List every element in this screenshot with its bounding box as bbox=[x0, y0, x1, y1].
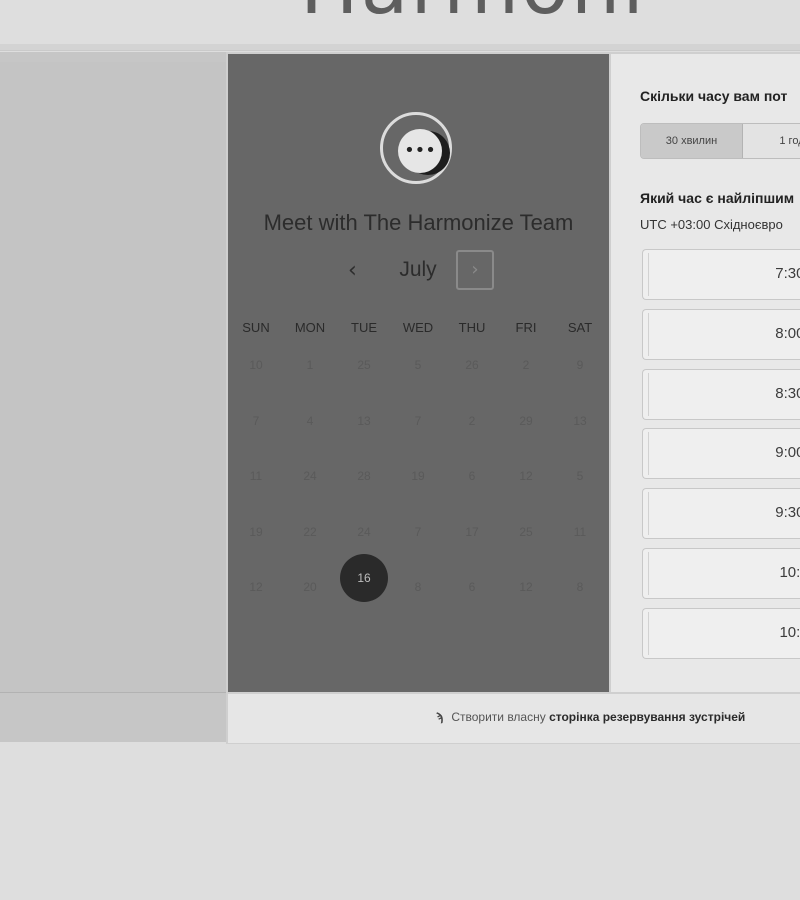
month-label: July bbox=[399, 258, 437, 281]
time-slot[interactable]: 9:30 р bbox=[642, 488, 800, 540]
calendar-day[interactable]: 5 bbox=[391, 338, 445, 394]
calendar-day[interactable]: 25 bbox=[337, 338, 391, 394]
harmonize-logo-icon: ϡ bbox=[436, 710, 444, 724]
calendar-day[interactable]: 7 bbox=[229, 394, 283, 450]
calendar-day[interactable]: 22 bbox=[283, 505, 337, 561]
duration-question: Скільки часу вам пот bbox=[640, 88, 788, 104]
time-question: Який час є найліпшим bbox=[640, 190, 795, 206]
calendar-title: Meet with The Harmonize Team bbox=[263, 210, 574, 235]
weekday-header: SUN MON TUE WED THU FRI SAT bbox=[228, 320, 610, 335]
calendar-day[interactable]: 10 bbox=[229, 338, 283, 394]
time-selection-panel: Скільки часу вам пот 30 хвилин 1 год Яки… bbox=[611, 54, 800, 692]
weekday-wed: WED bbox=[402, 320, 434, 335]
time-slot-list: 7:30 р 8:00 р 8:30 р 9:00 р 9:30 р 10:00… bbox=[642, 249, 800, 668]
calendar-day[interactable]: 13 bbox=[337, 394, 391, 450]
calendar-day[interactable]: 28 bbox=[337, 449, 391, 505]
weekday-mon: MON bbox=[294, 320, 326, 335]
weekday-thu: THU bbox=[458, 320, 486, 335]
calendar-day[interactable]: 11 bbox=[553, 505, 607, 561]
calendar-day[interactable]: 9 bbox=[553, 338, 607, 394]
calendar-day-grid: 10 1 25 5 26 2 9 7 4 13 7 2 29 13 11 24 … bbox=[228, 338, 609, 616]
calendar-day[interactable]: 5 bbox=[553, 449, 607, 505]
calendar-day[interactable]: 6 bbox=[445, 560, 499, 616]
calendar-day[interactable]: 7 bbox=[391, 505, 445, 561]
footer-link-prefix: Створити власну bbox=[451, 710, 550, 724]
time-slot-label: 8:30 р bbox=[775, 384, 800, 402]
calendar-day[interactable]: 7 bbox=[391, 394, 445, 450]
header-divider bbox=[0, 44, 800, 51]
time-slot[interactable]: 7:30 р bbox=[642, 249, 800, 300]
time-slot[interactable]: 8:30 р bbox=[642, 368, 800, 420]
weekday-sun: SUN bbox=[242, 320, 270, 335]
month-navigation: ‹ July › bbox=[228, 250, 609, 292]
calendar-day-selected[interactable]: 16 bbox=[337, 554, 391, 616]
weekday-tue: TUE bbox=[351, 320, 377, 335]
timezone-label[interactable]: UTC +03:00 Східноєвро bbox=[640, 217, 783, 232]
calendar-day[interactable]: 12 bbox=[499, 449, 553, 505]
duration-option-1h[interactable]: 1 год bbox=[743, 124, 800, 158]
time-slot-label: 9:30 р bbox=[775, 504, 800, 522]
time-slot-label: 9:00 р bbox=[775, 444, 800, 462]
calendar-day[interactable]: 19 bbox=[229, 505, 283, 561]
calendar-day[interactable]: 20 bbox=[283, 560, 337, 616]
time-slot-label: 8:00 р bbox=[775, 324, 800, 342]
calendar-week-row: 11 24 28 19 6 12 5 bbox=[228, 449, 609, 505]
calendar-day[interactable]: 6 bbox=[445, 449, 499, 505]
calendar-day[interactable]: 24 bbox=[283, 449, 337, 505]
footer-bar: ϡ Створити власну сторінка резервування … bbox=[228, 693, 800, 743]
calendar-panel: ••• Meet with The Harmonize Team ‹ July … bbox=[228, 54, 609, 692]
weekday-fri: FRI bbox=[515, 320, 537, 335]
time-slot[interactable]: 10:30 bbox=[642, 607, 800, 659]
time-slot-label: 7:30 р bbox=[775, 265, 800, 282]
selected-day-label: 16 bbox=[340, 554, 388, 602]
create-booking-page-link[interactable]: ϡ Створити власну сторінка резервування … bbox=[436, 710, 745, 724]
time-slot-label: 10:30 bbox=[779, 623, 800, 641]
next-month-button[interactable]: › bbox=[456, 250, 494, 290]
calendar-day[interactable]: 19 bbox=[391, 449, 445, 505]
calendar-day[interactable]: 12 bbox=[499, 560, 553, 616]
calendar-week-row: 10 1 25 5 26 2 9 bbox=[228, 338, 609, 394]
weekday-sat: SAT bbox=[567, 320, 593, 335]
calendar-day[interactable]: 11 bbox=[229, 449, 283, 505]
calendar-day[interactable]: 2 bbox=[499, 338, 553, 394]
team-avatar: ••• bbox=[380, 112, 452, 184]
calendar-day[interactable]: 13 bbox=[553, 394, 607, 450]
calendar-day[interactable]: 17 bbox=[445, 505, 499, 561]
prev-month-button[interactable]: ‹ bbox=[348, 258, 357, 283]
chat-bubble-icon: ••• bbox=[398, 129, 442, 173]
calendar-day[interactable]: 25 bbox=[499, 505, 553, 561]
calendar-day[interactable]: 4 bbox=[283, 394, 337, 450]
footer-link-bold: сторінка резервування зустрічей bbox=[549, 710, 746, 724]
calendar-day[interactable]: 2 bbox=[445, 394, 499, 450]
time-slot[interactable]: 8:00 р bbox=[642, 308, 800, 360]
calendar-day[interactable]: 12 bbox=[229, 560, 283, 616]
duration-option-30min[interactable]: 30 хвилин bbox=[641, 124, 743, 158]
time-slot-label: 10:00 bbox=[779, 563, 800, 581]
calendar-day[interactable]: 8 bbox=[553, 560, 607, 616]
calendar-day[interactable]: 24 bbox=[337, 505, 391, 561]
time-slot[interactable]: 10:00 bbox=[642, 547, 800, 599]
brand-logo: Harmoni bbox=[300, 0, 646, 32]
calendar-week-row: 7 4 13 7 2 29 13 bbox=[228, 394, 609, 450]
duration-selector: 30 хвилин 1 год bbox=[640, 123, 800, 159]
calendar-day[interactable]: 29 bbox=[499, 394, 553, 450]
left-sidebar-panel bbox=[0, 52, 228, 742]
calendar-day[interactable]: 26 bbox=[445, 338, 499, 394]
calendar-week-row: 12 20 16 8 6 12 8 bbox=[228, 554, 609, 616]
calendar-week-row: 19 22 24 7 17 25 11 bbox=[228, 505, 609, 561]
time-slot[interactable]: 9:00 р bbox=[642, 428, 800, 480]
calendar-day[interactable]: 8 bbox=[391, 560, 445, 616]
calendar-day[interactable]: 1 bbox=[283, 338, 337, 394]
left-sidebar-inner bbox=[0, 62, 228, 693]
